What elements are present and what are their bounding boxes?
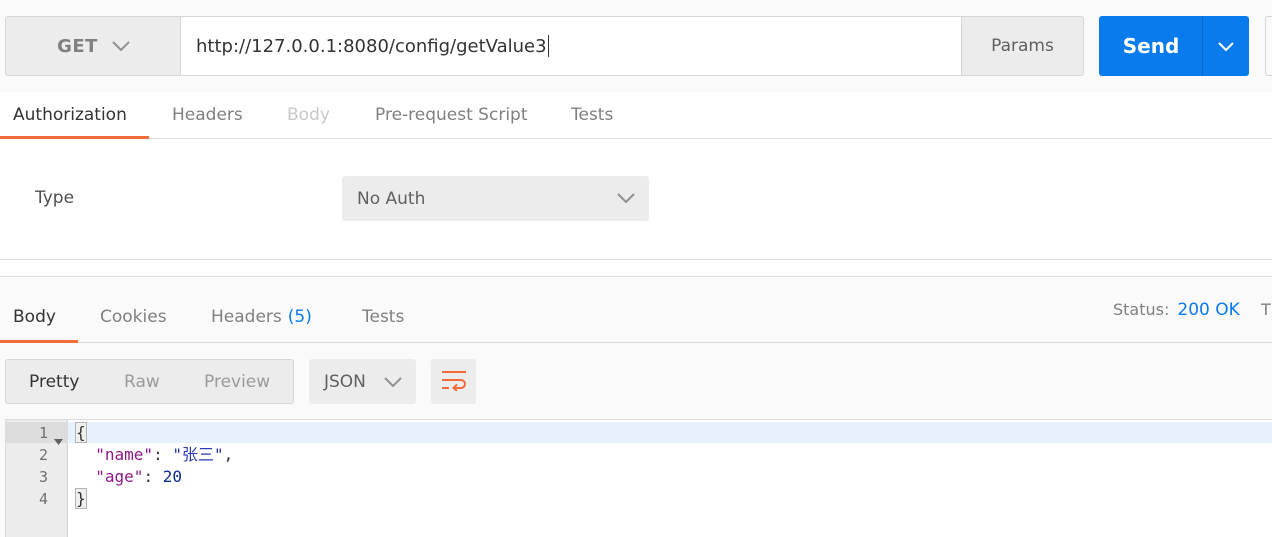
close-brace: }: [75, 488, 87, 509]
code-line: {: [75, 422, 87, 444]
view-mode-segmented: Pretty Raw Preview: [5, 359, 294, 404]
json-string-value: "张三": [172, 445, 224, 464]
response-tab-tests[interactable]: Tests: [362, 290, 404, 343]
wrap-lines-icon: [441, 369, 467, 395]
json-number-value: 20: [162, 467, 182, 486]
line-number: 2: [38, 446, 48, 464]
status-label: Status:: [1113, 300, 1170, 319]
line-number: 1: [38, 424, 48, 442]
view-raw-button[interactable]: Raw: [124, 360, 160, 403]
tab-body[interactable]: Body: [287, 92, 330, 138]
json-separator: :: [143, 467, 163, 486]
wrap-lines-button[interactable]: [431, 359, 476, 404]
active-tab-indicator: [0, 136, 149, 139]
auth-type-label: Type: [35, 188, 75, 208]
url-input[interactable]: http://127.0.0.1:8080/config/getValue3: [180, 16, 962, 76]
response-tab-headers[interactable]: Headers (5): [211, 290, 312, 343]
chevron-down-icon: [112, 37, 130, 56]
active-tab-indicator: [0, 340, 78, 343]
save-button-edge[interactable]: [1265, 16, 1272, 76]
tab-headers[interactable]: Headers: [172, 92, 243, 138]
chevron-down-icon: [384, 373, 402, 393]
fold-triangle-icon[interactable]: [54, 430, 63, 449]
open-brace: {: [75, 422, 87, 443]
json-comma: ,: [223, 445, 234, 464]
status-value: 200 OK: [1177, 300, 1240, 320]
line-number: 4: [38, 490, 48, 508]
method-selector[interactable]: GET: [5, 16, 181, 76]
text-caret: [547, 35, 549, 57]
auth-type-select[interactable]: No Auth: [342, 176, 649, 221]
code-line: }: [75, 488, 87, 510]
tab-tests[interactable]: Tests: [571, 92, 613, 138]
send-button[interactable]: Send: [1099, 16, 1203, 76]
view-preview-button[interactable]: Preview: [204, 360, 270, 403]
tab-label: Authorization: [13, 105, 127, 125]
tab-label: Body: [13, 306, 56, 327]
tab-label: Headers: [211, 306, 282, 327]
response-body-editor[interactable]: 1 2 3 4 { "name": "张三", "age": 20 }: [5, 419, 1272, 537]
chevron-down-icon: [1218, 37, 1234, 56]
tab-label: Body: [287, 105, 330, 125]
tab-authorization[interactable]: Authorization: [13, 92, 127, 138]
tab-label: Tests: [362, 306, 405, 327]
json-separator: :: [153, 445, 173, 464]
code-line: "age": 20: [76, 466, 182, 488]
tab-label: Headers: [172, 105, 243, 125]
auth-type-value: No Auth: [357, 188, 426, 209]
postman-window: GET http://127.0.0.1:8080/config/getValu…: [0, 0, 1272, 537]
view-pretty-button[interactable]: Pretty: [29, 360, 79, 403]
time-label-truncated: T: [1261, 300, 1271, 319]
section-divider: [0, 259, 1272, 260]
response-tabs: Body Cookies Headers (5) Tests: [0, 290, 1272, 343]
active-line-highlight: [68, 422, 1272, 443]
headers-count-badge: (5): [287, 306, 312, 327]
send-options-button[interactable]: [1202, 16, 1249, 76]
url-text: http://127.0.0.1:8080/config/getValue3: [196, 35, 547, 57]
response-tab-body[interactable]: Body: [13, 290, 56, 343]
tab-label: Tests: [571, 105, 614, 125]
format-select[interactable]: JSON: [309, 359, 416, 404]
request-bar: GET http://127.0.0.1:8080/config/getValu…: [0, 0, 1272, 92]
format-value: JSON: [324, 371, 366, 392]
tab-label: Pre-request Script: [375, 105, 528, 125]
json-key: "age": [95, 467, 144, 486]
tab-pre-request-script[interactable]: Pre-request Script: [375, 92, 528, 138]
request-tabs: Authorization Headers Body Pre-request S…: [0, 92, 1272, 139]
line-number: 3: [38, 468, 48, 486]
method-label: GET: [57, 35, 98, 57]
response-status: Status: 200 OK: [1113, 300, 1240, 320]
chevron-down-icon: [617, 189, 635, 209]
params-button[interactable]: Params: [961, 16, 1084, 76]
tab-label: Cookies: [100, 306, 167, 327]
code-line: "name": "张三",: [76, 444, 233, 466]
response-tab-cookies[interactable]: Cookies: [100, 290, 167, 343]
json-key: "name": [95, 445, 154, 464]
